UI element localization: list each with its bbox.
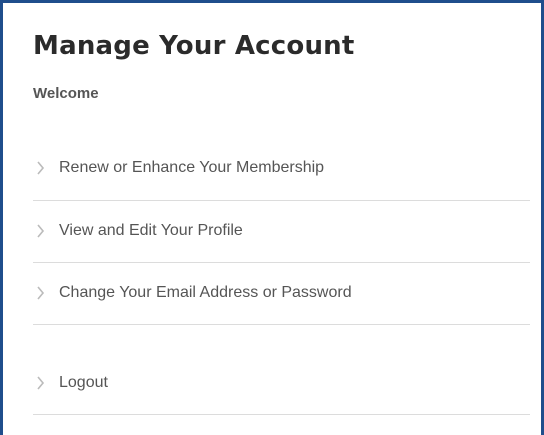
menu-divider — [33, 324, 530, 325]
welcome-text: Welcome — [33, 85, 99, 102]
menu-item-label: Change Your Email Address or Password — [59, 284, 352, 301]
chevron-right-icon — [37, 286, 45, 300]
menu-item-change-email-password[interactable]: Change Your Email Address or Password — [33, 282, 530, 304]
chevron-right-icon — [37, 161, 45, 175]
page-title: Manage Your Account — [33, 31, 355, 61]
menu-item-edit-profile[interactable]: View and Edit Your Profile — [33, 220, 530, 242]
chevron-right-icon — [37, 224, 45, 238]
menu-item-label: Renew or Enhance Your Membership — [59, 159, 325, 176]
account-panel: Manage Your Account Welcome Renew or Enh… — [0, 0, 544, 435]
menu-divider — [33, 200, 530, 201]
menu-item-logout[interactable]: Logout — [33, 372, 530, 394]
menu-item-renew-membership[interactable]: Renew or Enhance Your Membership — [33, 157, 530, 179]
menu-item-label: View and Edit Your Profile — [59, 222, 243, 239]
chevron-right-icon — [37, 376, 45, 390]
menu-divider — [33, 414, 530, 415]
menu-item-label: Logout — [59, 374, 108, 391]
menu-divider — [33, 262, 530, 263]
